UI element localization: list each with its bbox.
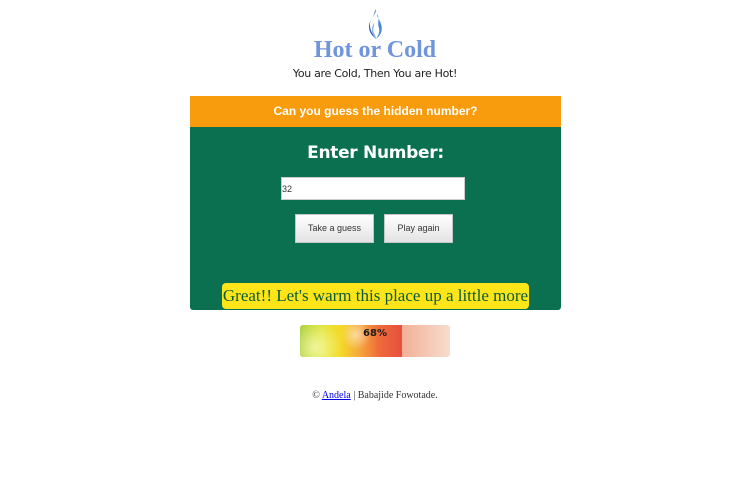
tagline: You are Cold, Then You are Hot! xyxy=(292,67,458,80)
panel-prompt: Can you guess the hidden number? xyxy=(190,96,561,127)
footer: © Andela | Babajide Fowotade. xyxy=(0,389,750,403)
temperature-progress-bar: 68% xyxy=(300,325,450,357)
footer-separator: | xyxy=(353,390,356,401)
play-again-button[interactable]: Play again xyxy=(384,214,453,243)
take-guess-button[interactable]: Take a guess xyxy=(295,214,374,243)
andela-link[interactable]: Andela xyxy=(322,390,351,401)
copyright-symbol: © xyxy=(312,390,320,401)
app-title: Hot or Cold xyxy=(313,37,437,63)
game-panel: Can you guess the hidden number? Enter N… xyxy=(190,96,561,310)
footer-author: Babajide Fowotade. xyxy=(357,390,438,401)
enter-number-label: Enter Number: xyxy=(307,143,444,163)
progress-label: 68% xyxy=(363,328,387,339)
feedback-message: Great!! Let's warm this place up a littl… xyxy=(222,283,529,309)
number-input[interactable] xyxy=(281,177,465,200)
